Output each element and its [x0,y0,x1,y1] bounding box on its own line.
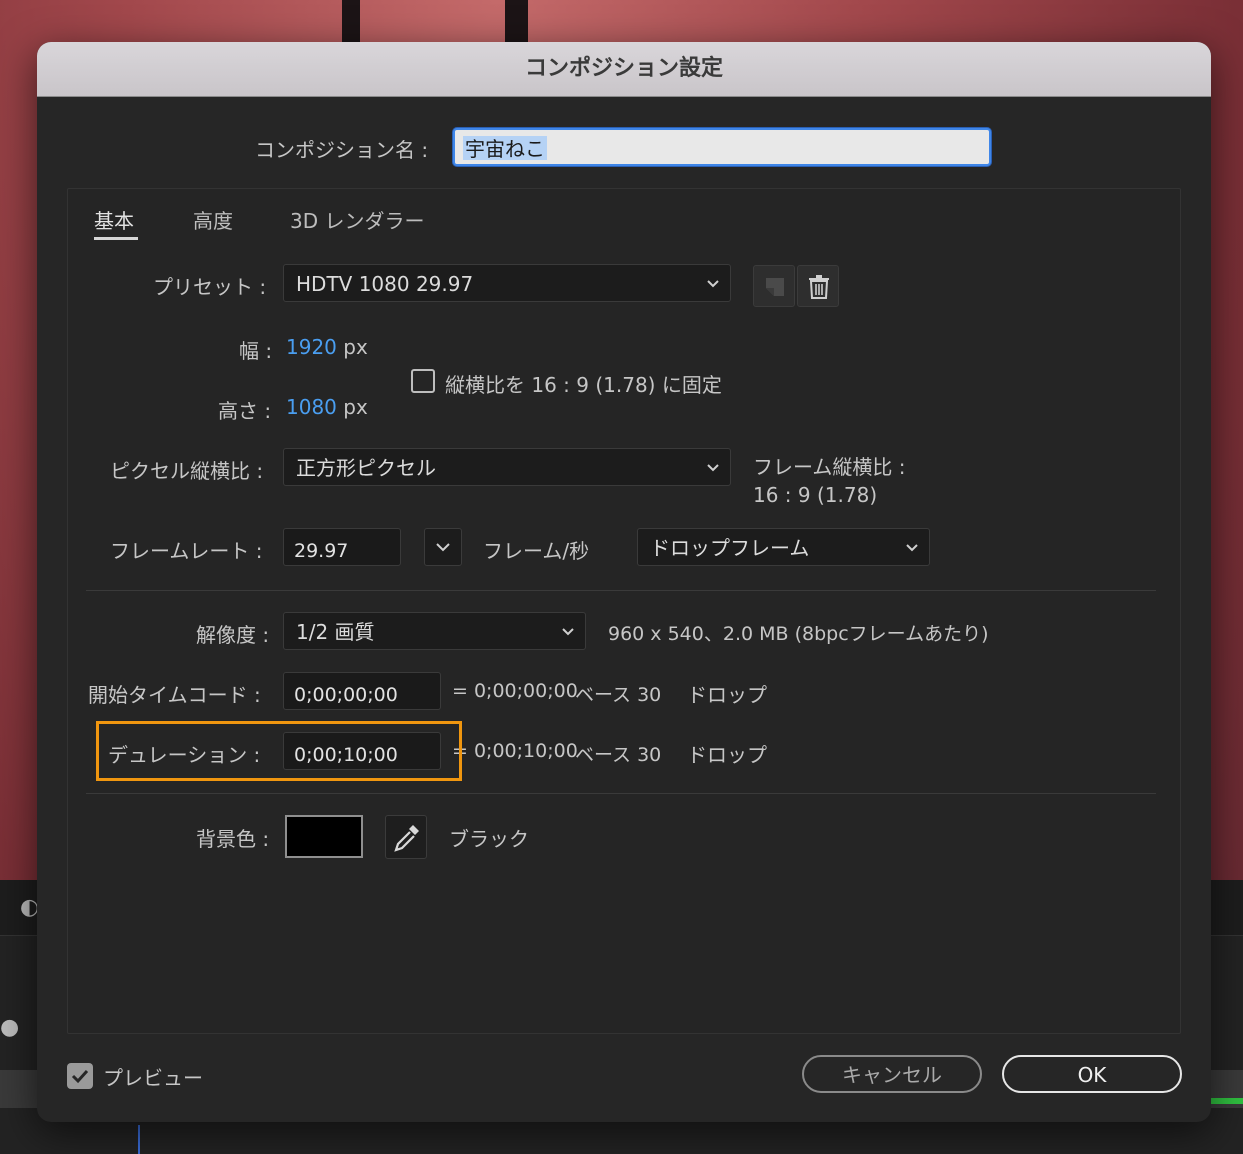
height-value[interactable]: 1080 [286,395,337,419]
chevron-down-icon [707,464,719,472]
chevron-down-icon [562,628,574,636]
comp-name-label: コンポジション名 : [255,138,429,162]
pixel-aspect-label: ピクセル縦横比 : [110,459,264,483]
ok-button[interactable]: OK [1002,1055,1182,1093]
section-divider [86,590,1156,591]
resolution-info: 960 x 540、2.0 MB (8bpcフレームあたり) [608,623,989,645]
eyedropper-button[interactable] [385,815,427,859]
settings-panel: 基本 高度 3D レンダラー プリセット : HDTV 1080 29.97 幅… [67,188,1181,1034]
width-field: 1920 px [286,335,368,359]
trash-icon [809,275,829,299]
duration-highlight-box [96,721,462,781]
resolution-dropdown[interactable]: 1/2 画質 [283,612,586,650]
cancel-button[interactable]: キャンセル [802,1055,982,1093]
frame-rate-label: フレームレート : [110,539,263,563]
section-divider [86,793,1156,794]
height-unit: px [343,395,368,419]
pixel-aspect-dropdown[interactable]: 正方形ピクセル [283,448,731,486]
start-timecode-input[interactable]: 0;00;00;00 [283,672,441,710]
tab-basic[interactable]: 基本 [94,205,134,234]
start-timecode-equals: = 0;00;00;00 [452,680,578,702]
background-color-name: ブラック [449,827,529,851]
width-value[interactable]: 1920 [286,335,337,359]
resolution-value: 1/2 画質 [296,620,375,644]
background-green-bar [1211,1098,1243,1104]
comp-name-value: 宇宙ねこ [463,136,547,161]
eyedropper-icon [394,825,419,852]
delete-preset-button[interactable] [797,265,839,307]
tab-3d-renderer[interactable]: 3D レンダラー [290,205,424,234]
frame-rate-dropdown-button[interactable] [424,528,462,566]
start-timecode-drop: ドロップ [687,683,767,707]
frame-rate-unit: フレーム/秒 [483,539,590,563]
background-color-swatch[interactable] [285,815,363,858]
dialog-title: コンポジション設定 [37,42,1211,97]
background-playhead [138,1125,140,1154]
pixel-aspect-value: 正方形ピクセル [296,456,436,480]
duration-drop: ドロップ [687,743,767,767]
preview-checkbox[interactable] [67,1063,93,1089]
width-label: 幅 : [239,339,273,363]
preset-label: プリセット : [153,275,267,299]
comp-name-input[interactable]: 宇宙ねこ [453,128,991,166]
tab-basic-underline [94,237,138,240]
preview-label: プレビュー [103,1066,203,1090]
drop-frame-dropdown[interactable]: ドロップフレーム [637,528,930,566]
save-preset-icon [766,278,784,296]
duration-base: ベース 30 [575,744,662,766]
drop-frame-value: ドロップフレーム [650,536,810,560]
tab-advanced[interactable]: 高度 [193,205,233,234]
composition-settings-dialog: コンポジション設定 コンポジション名 : 宇宙ねこ 基本 高度 3D レンダラー… [37,42,1211,1122]
background-pin-icon: ● [0,1015,20,1040]
width-unit: px [343,335,368,359]
checkmark-icon [71,1069,89,1084]
background-color-label: 背景色 : [196,827,270,851]
chevron-down-icon [707,280,719,288]
chevron-down-icon [906,544,918,552]
save-preset-button[interactable] [753,265,795,307]
duration-equals: = 0;00;10;00 [452,740,578,762]
height-label: 高さ : [218,399,272,423]
height-field: 1080 px [286,395,368,419]
aspect-lock-checkbox[interactable] [411,369,435,393]
frame-rate-input[interactable]: 29.97 [283,528,401,566]
preset-value: HDTV 1080 29.97 [296,272,474,296]
background-image-dark-shapes [330,0,530,42]
resolution-label: 解像度 : [196,623,270,647]
frame-aspect-value: 16 : 9 (1.78) [753,483,878,507]
frame-aspect-label: フレーム縦横比 : [753,455,906,479]
preset-dropdown[interactable]: HDTV 1080 29.97 [283,264,731,302]
start-timecode-label: 開始タイムコード : [88,683,261,707]
start-timecode-base: ベース 30 [575,684,662,706]
chevron-down-icon [436,543,450,552]
aspect-lock-label: 縦横比を 16 : 9 (1.78) に固定 [445,373,722,397]
